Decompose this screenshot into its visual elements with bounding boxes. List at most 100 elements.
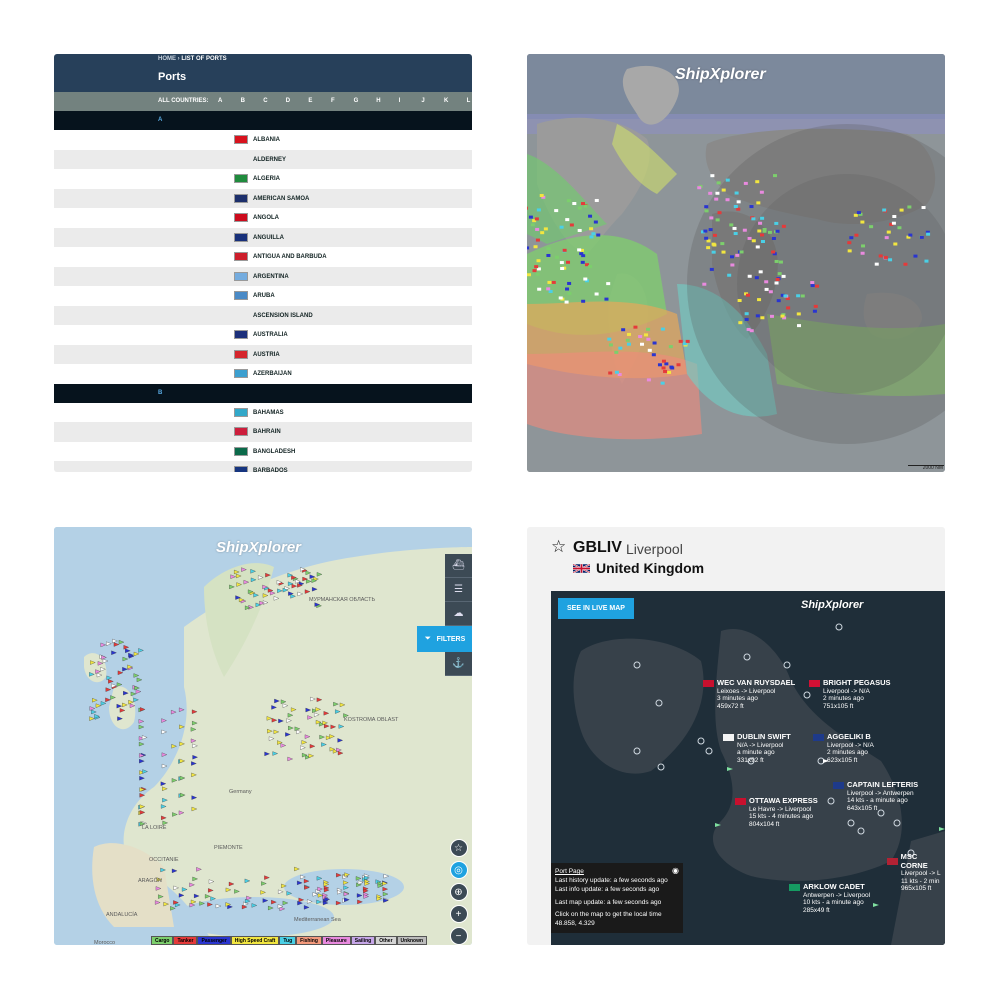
letter-filter-j[interactable]: J xyxy=(421,98,424,104)
ship-marker[interactable] xyxy=(614,370,619,374)
ship-info-card[interactable]: WEC VAN RUYSDAEL Leixoes -> Liverpool 3 mi… xyxy=(703,678,795,710)
ship-marker[interactable] xyxy=(559,261,564,265)
ship-marker[interactable] xyxy=(566,199,571,203)
ship-marker[interactable] xyxy=(774,281,779,285)
ship-info-card[interactable]: AGGELIKI B Liverpool -> N/A 2 minutes ago 6… xyxy=(813,732,874,764)
ship-marker[interactable] xyxy=(626,332,631,336)
ship-marker[interactable] xyxy=(734,191,739,195)
ship-marker[interactable] xyxy=(736,200,741,204)
ship-marker[interactable] xyxy=(535,272,540,276)
ship-marker[interactable] xyxy=(644,333,649,337)
ship-marker[interactable] xyxy=(746,293,751,297)
ship-marker[interactable] xyxy=(588,265,593,269)
ship-marker[interactable] xyxy=(540,231,545,235)
ship-marker[interactable] xyxy=(608,371,613,375)
ship-info-card[interactable]: BRIGHT PEGASUS Liverpool -> N/A 2 minutes … xyxy=(809,678,891,710)
country-name[interactable]: ASCENSION ISLAND xyxy=(253,313,313,319)
letter-filter-d[interactable]: D xyxy=(286,98,290,104)
ship-marker[interactable] xyxy=(626,342,631,346)
country-name[interactable]: BARBADOS xyxy=(253,468,288,472)
ship-marker[interactable] xyxy=(778,260,783,264)
country-row[interactable]: ANGOLA xyxy=(54,208,472,228)
legend-item[interactable]: Unknown xyxy=(396,936,428,945)
ship-marker[interactable] xyxy=(618,346,623,350)
ship-marker[interactable] xyxy=(907,205,912,209)
ship-marker[interactable] xyxy=(663,369,668,373)
ship-marker[interactable] xyxy=(562,248,567,252)
ship-marker[interactable] xyxy=(721,250,726,254)
ship-marker[interactable] xyxy=(764,287,769,291)
country-row[interactable]: BAHAMAS xyxy=(54,403,472,423)
ship-marker[interactable] xyxy=(706,246,711,250)
ship-marker[interactable] xyxy=(536,208,541,212)
ship-marker[interactable] xyxy=(755,245,760,249)
ship-marker[interactable] xyxy=(913,254,918,258)
legend-item[interactable]: Other xyxy=(375,936,397,945)
country-row[interactable]: ASCENSION ISLAND xyxy=(54,305,472,325)
ship-marker[interactable] xyxy=(532,269,537,273)
ship-marker[interactable] xyxy=(530,223,535,227)
ship-marker[interactable] xyxy=(725,198,730,202)
ship-marker[interactable] xyxy=(646,378,651,382)
ship-marker[interactable] xyxy=(884,236,889,240)
ship-marker[interactable] xyxy=(847,249,852,253)
ship-marker[interactable] xyxy=(560,267,565,271)
ship-marker[interactable] xyxy=(660,327,665,331)
letter-filter-g[interactable]: G xyxy=(354,98,359,104)
ship-marker[interactable] xyxy=(580,260,585,264)
ship-marker[interactable] xyxy=(756,201,761,205)
ship-marker[interactable] xyxy=(667,370,672,374)
ship-marker[interactable] xyxy=(771,250,776,254)
ship-marker[interactable] xyxy=(706,239,711,243)
ship-marker[interactable] xyxy=(584,251,589,255)
weather-icon[interactable]: ☁ xyxy=(445,602,472,626)
ports-icon[interactable]: ⚓ xyxy=(445,652,472,676)
country-row[interactable]: AZERBAIJAN xyxy=(54,364,472,384)
ship-marker[interactable] xyxy=(678,339,683,343)
ship-marker[interactable] xyxy=(559,225,564,229)
ship-marker[interactable] xyxy=(565,218,570,222)
ship-marker[interactable] xyxy=(882,208,887,212)
ship-marker[interactable] xyxy=(780,314,785,318)
ship-marker[interactable] xyxy=(581,254,586,258)
ship-marker[interactable] xyxy=(775,229,780,233)
ship-marker[interactable] xyxy=(547,280,552,284)
ship-marker[interactable] xyxy=(717,211,722,215)
ship-marker[interactable] xyxy=(548,289,553,293)
ship-marker[interactable] xyxy=(749,329,754,333)
ship-marker[interactable] xyxy=(715,191,720,195)
ship-marker[interactable] xyxy=(711,250,716,254)
ship-marker[interactable] xyxy=(646,327,651,331)
ship-marker[interactable] xyxy=(814,284,819,288)
country-name[interactable]: ALGERIA xyxy=(253,176,280,182)
ship-marker[interactable] xyxy=(534,217,539,221)
ship-marker[interactable] xyxy=(539,194,544,198)
ship-marker[interactable] xyxy=(755,314,760,318)
country-name[interactable]: ALDERNEY xyxy=(253,157,286,163)
favorite-star-icon[interactable]: ☆ xyxy=(551,537,566,557)
ship-marker[interactable] xyxy=(760,316,765,320)
letter-filter-k[interactable]: K xyxy=(444,98,448,104)
ship-marker[interactable] xyxy=(715,218,720,222)
ship-marker[interactable] xyxy=(577,206,582,210)
country-row[interactable]: AUSTRIA xyxy=(54,344,472,364)
ship-marker[interactable] xyxy=(534,265,539,269)
ship-marker[interactable] xyxy=(709,216,714,220)
ship-marker[interactable] xyxy=(751,217,756,221)
zoom-in-button[interactable]: + xyxy=(449,905,468,923)
ship-marker[interactable] xyxy=(903,262,908,266)
ship-marker[interactable] xyxy=(625,338,630,342)
ship-info-card[interactable]: MSC CORNE Liverpool -> L 11 kts - 2 min 965… xyxy=(887,852,945,893)
legend-item[interactable]: Pleasure xyxy=(321,936,351,945)
legend-item[interactable]: Cargo xyxy=(151,936,174,945)
ship-marker[interactable] xyxy=(668,345,673,349)
ship-marker[interactable] xyxy=(733,204,738,208)
country-row[interactable]: BARBADOS xyxy=(54,461,472,472)
ship-marker[interactable] xyxy=(772,174,777,178)
ship-marker[interactable] xyxy=(892,214,897,218)
ship-marker[interactable] xyxy=(567,281,572,285)
ship-marker[interactable] xyxy=(606,282,611,286)
ship-marker[interactable] xyxy=(897,226,902,230)
ship-marker[interactable] xyxy=(554,209,559,213)
eye-icon[interactable]: ◉ xyxy=(672,866,679,877)
